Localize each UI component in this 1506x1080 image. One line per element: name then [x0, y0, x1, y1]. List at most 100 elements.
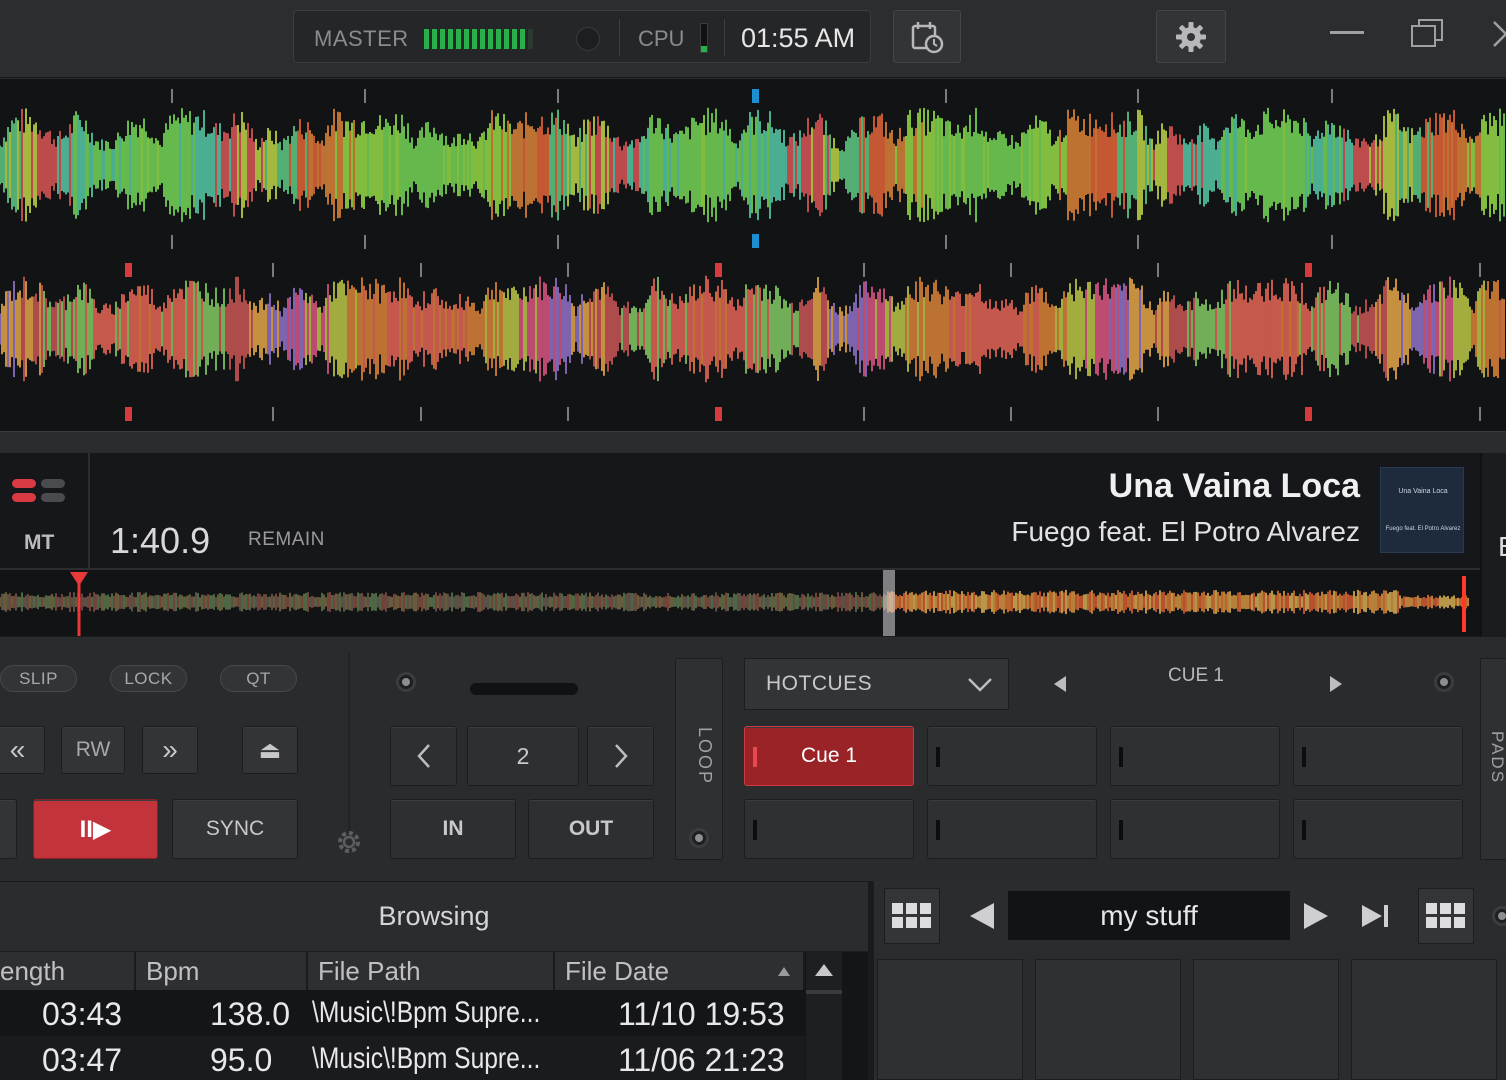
waveform-display	[0, 89, 1505, 421]
sampler-pad[interactable]	[877, 959, 1023, 1080]
hotcue-pad-8[interactable]	[1293, 799, 1463, 859]
restore-icon[interactable]	[1411, 19, 1443, 47]
next-bank-icon[interactable]	[1302, 901, 1330, 931]
pads-panel-tab[interactable]: PADS	[1480, 658, 1506, 860]
sync-button[interactable]: SYNC	[172, 799, 298, 859]
next-deck-label: B	[1498, 531, 1506, 563]
loop-panel-knob[interactable]	[689, 828, 709, 848]
fast-forward-button[interactable]: »	[142, 726, 198, 774]
cell-length: 03:43	[42, 996, 123, 1032]
loop-in-button[interactable]: IN	[390, 799, 516, 859]
master-level-knob[interactable]	[576, 27, 600, 51]
loop-slider-slot[interactable]	[470, 683, 578, 695]
meter-segment	[528, 29, 533, 49]
scrollbar-thumb[interactable]	[806, 990, 842, 994]
hotcue-pad-5[interactable]	[744, 799, 914, 859]
status-panel: MASTER CPU 01:55 AM	[293, 10, 871, 63]
grid-icon	[892, 903, 931, 928]
sampler-grid-button[interactable]	[884, 888, 940, 944]
cue-next-icon[interactable]	[1328, 675, 1344, 693]
master-level-meter	[424, 29, 533, 49]
loop-size-decrease-button[interactable]	[390, 726, 457, 786]
lock-button[interactable]: LOCK	[110, 665, 187, 692]
play-pause-button[interactable]: II▶	[33, 799, 158, 859]
hotcue-pad-2[interactable]	[927, 726, 1097, 786]
browser-title: Browsing	[0, 882, 868, 952]
prev-bank-icon[interactable]	[968, 901, 996, 931]
hotcue-pad-4[interactable]	[1293, 726, 1463, 786]
minimize-icon[interactable]	[1330, 31, 1364, 34]
cue-prev-icon[interactable]	[1052, 675, 1068, 693]
sampler-pad[interactable]	[1193, 959, 1339, 1080]
hotcue-pad-label: Cue 1	[800, 744, 858, 767]
chevron-left-icon	[416, 744, 430, 768]
meter-segment	[504, 29, 509, 49]
close-icon[interactable]	[1492, 20, 1506, 48]
sort-ascending-icon	[778, 967, 790, 976]
status-separator	[724, 19, 725, 56]
cpu-meter	[700, 23, 708, 53]
rw-button[interactable]: RW	[61, 726, 125, 774]
status-separator	[619, 19, 620, 56]
chevron-down-icon	[968, 678, 992, 692]
hotcue-pad-1[interactable]: Cue 1	[744, 726, 914, 786]
column-header-file-date[interactable]: File Date	[555, 952, 805, 990]
scrolling-waveforms[interactable]	[0, 79, 1506, 431]
pad-mode-dropdown[interactable]: HOTCUES	[744, 658, 1009, 710]
sampler-pad[interactable]	[1351, 959, 1497, 1080]
browser-scrollbar[interactable]	[806, 952, 842, 1080]
hotcue-pad-3[interactable]	[1110, 726, 1280, 786]
eject-button[interactable]: ⏏	[242, 726, 298, 774]
hotcue-pad-6[interactable]	[927, 799, 1097, 859]
sampler-toolbar: my stuff	[874, 881, 1506, 951]
chevron-right-icon	[614, 744, 628, 768]
hotcue-pad-7[interactable]	[1110, 799, 1280, 859]
column-header-bpm[interactable]: Bpm	[136, 952, 308, 990]
column-header-file-path[interactable]: File Path	[308, 952, 555, 990]
fast-rewind-button[interactable]: «	[0, 726, 45, 774]
qt-button[interactable]: QT	[220, 665, 297, 692]
slip-button[interactable]: SLIP	[0, 665, 77, 692]
settings-button[interactable]	[1156, 10, 1226, 63]
sampler-panel: my stuff	[868, 881, 1506, 1080]
waveform-divider[interactable]	[0, 431, 1506, 453]
master-label: MASTER	[314, 26, 409, 51]
small-gear-icon[interactable]	[336, 829, 362, 855]
meter-segment	[456, 29, 461, 49]
gear-icon	[1176, 21, 1206, 52]
loop-size-increase-button[interactable]	[587, 726, 654, 786]
cue-marker	[715, 407, 722, 421]
column-header-length[interactable]: ength	[0, 952, 136, 990]
meter-segment	[472, 29, 477, 49]
sampler-pad[interactable]	[1035, 959, 1181, 1080]
top-bar: MASTER CPU 01:55 AM	[0, 0, 1506, 78]
column-header-file-date-label: File Date	[565, 956, 670, 986]
pads-knob[interactable]	[1434, 672, 1454, 692]
loop-label: LOOP	[695, 727, 715, 786]
track-artist: Fuego feat. El Potro Alvarez	[1011, 516, 1360, 547]
skip-to-end-icon[interactable]	[1360, 903, 1390, 929]
sampler-knob[interactable]	[1492, 906, 1506, 926]
meter-segment	[448, 29, 453, 49]
cell-bpm: 95.0	[210, 1042, 273, 1078]
table-row[interactable]: 03:47 95.0 \Music\!Bpm Supre... 11/06 21:23	[0, 1036, 805, 1080]
waveform-lane	[0, 89, 1505, 249]
meter-segment	[496, 29, 501, 49]
cover-artist-text: Fuego feat. El Potro Alvarez	[1385, 526, 1461, 532]
deck-info: MT 1:40.9 REMAIN Una Vaina Loca Fuego fe…	[0, 453, 1480, 636]
calendar-clock-button[interactable]	[893, 10, 961, 63]
cue-marker	[1305, 407, 1312, 421]
meter-segment	[432, 29, 437, 49]
track-overview[interactable]	[0, 568, 1480, 636]
sampler-layout-button[interactable]	[1418, 888, 1474, 944]
controls-separator	[348, 653, 350, 833]
cue-button[interactable]	[0, 799, 17, 859]
table-row[interactable]: 03:43 138.0 \Music\!Bpm Supre... 11/10 19:5…	[0, 990, 805, 1036]
loop-knob[interactable]	[396, 672, 416, 692]
sampler-bank-name[interactable]: my stuff	[1008, 891, 1290, 940]
loop-panel-tab[interactable]: LOOP	[675, 658, 723, 860]
scroll-up-icon[interactable]	[813, 962, 835, 978]
loop-out-button[interactable]: OUT	[528, 799, 654, 859]
meter-segment	[440, 29, 445, 49]
meter-segment	[520, 29, 525, 49]
